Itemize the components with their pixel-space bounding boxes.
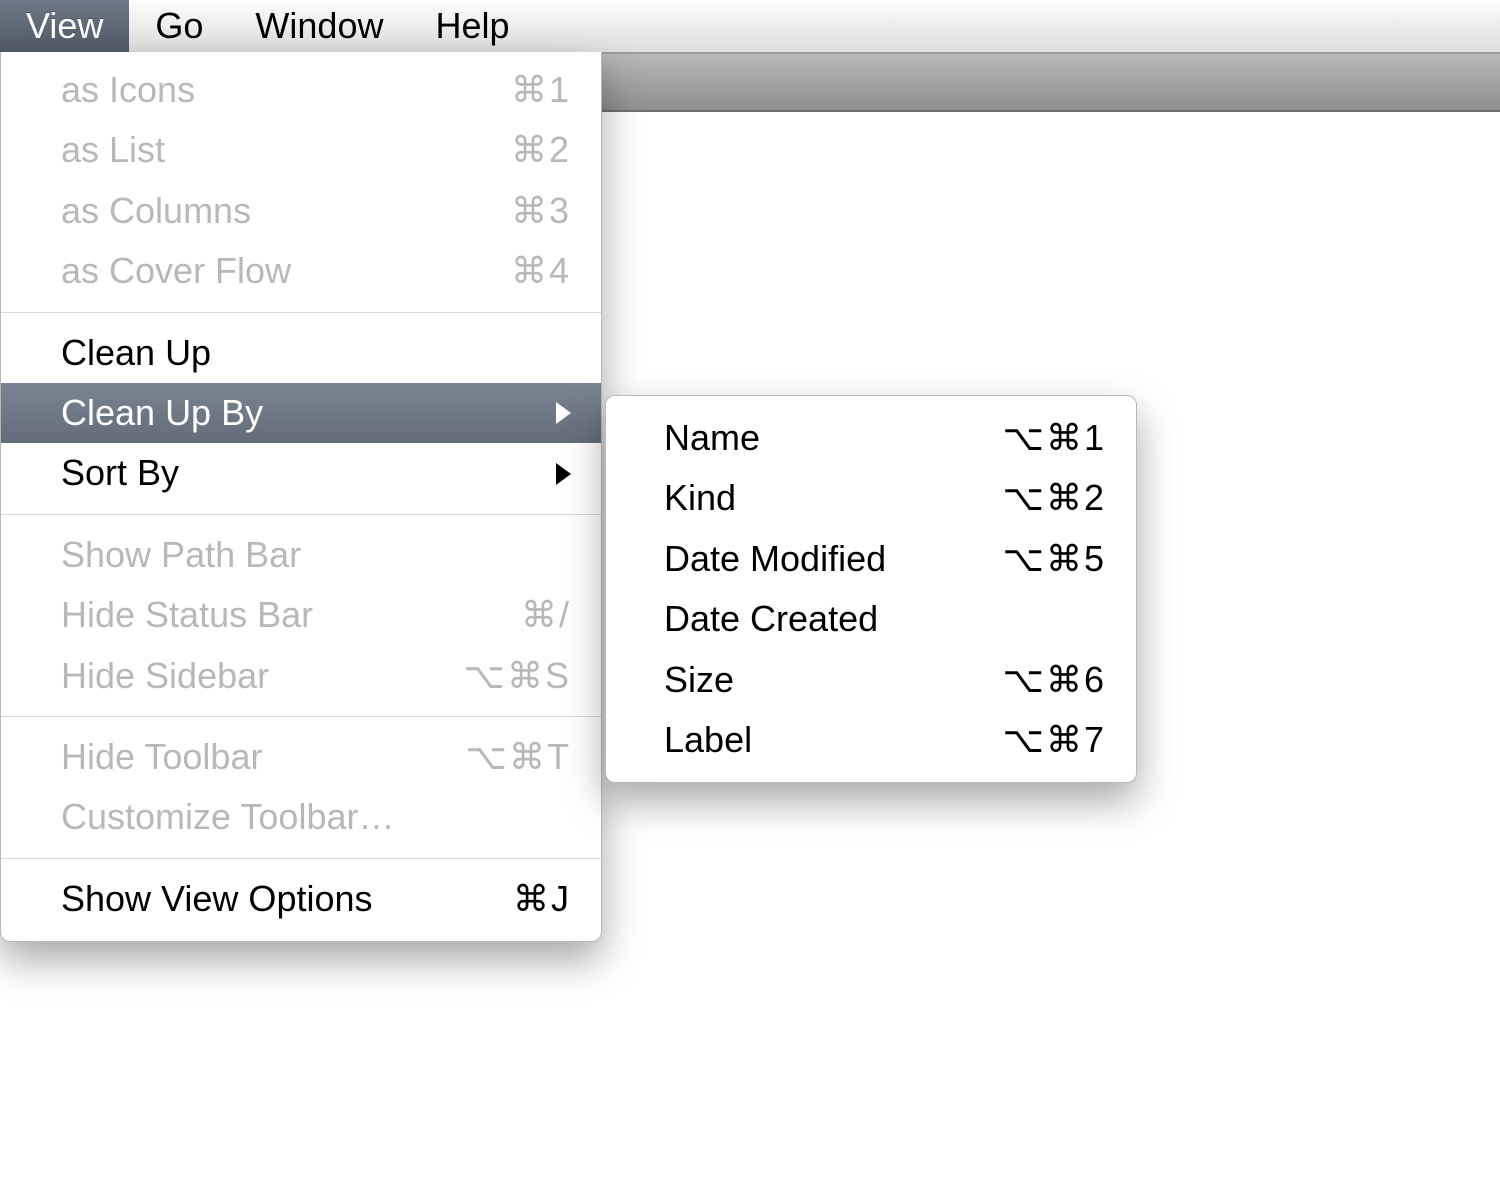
submenu-item-label: Name	[664, 413, 760, 463]
submenu-item-shortcut: ⌥⌘5	[1002, 534, 1106, 584]
menu-item-as-list[interactable]: as List ⌘2	[1, 120, 601, 180]
menubar-label: Window	[255, 5, 383, 47]
menu-item-shortcut: ⌘2	[511, 125, 571, 175]
menu-separator	[1, 716, 601, 717]
menu-item-label: Show View Options	[61, 874, 373, 924]
submenu-arrow-icon	[556, 463, 571, 485]
submenu-item-shortcut: ⌥⌘7	[1002, 715, 1106, 765]
menubar: View Go Window Help	[0, 0, 1500, 54]
menu-item-shortcut: ⌘J	[513, 874, 571, 924]
submenu-item-shortcut: ⌥⌘1	[1002, 413, 1106, 463]
menu-item-shortcut: ⌥⌘S	[464, 651, 572, 701]
menu-item-label: Clean Up By	[61, 388, 263, 438]
menu-item-label: Hide Toolbar	[61, 732, 262, 782]
menu-item-label: Hide Sidebar	[61, 651, 269, 701]
menu-item-hide-toolbar[interactable]: Hide Toolbar ⌥⌘T	[1, 727, 601, 787]
menu-item-shortcut: ⌘/	[521, 590, 571, 640]
menu-item-label: Clean Up	[61, 328, 211, 378]
submenu-item-kind[interactable]: Kind ⌥⌘2	[606, 468, 1136, 528]
menu-item-hide-status-bar[interactable]: Hide Status Bar ⌘/	[1, 585, 601, 645]
menubar-item-help[interactable]: Help	[409, 0, 535, 52]
submenu-item-shortcut: ⌥⌘2	[1002, 473, 1106, 523]
submenu-item-label: Date Created	[664, 594, 878, 644]
submenu-item-date-modified[interactable]: Date Modified ⌥⌘5	[606, 529, 1136, 589]
menu-item-as-cover-flow[interactable]: as Cover Flow ⌘4	[1, 241, 601, 301]
submenu-arrow-icon	[556, 402, 571, 424]
menu-item-label: as Icons	[61, 65, 195, 115]
menubar-item-view[interactable]: View	[0, 0, 129, 52]
clean-up-by-submenu: Name ⌥⌘1 Kind ⌥⌘2 Date Modified ⌥⌘5 Date…	[605, 395, 1137, 783]
menu-item-as-icons[interactable]: as Icons ⌘1	[1, 60, 601, 120]
submenu-item-name[interactable]: Name ⌥⌘1	[606, 408, 1136, 468]
menu-item-shortcut: ⌘1	[511, 65, 571, 115]
menu-item-label: Sort By	[61, 448, 179, 498]
window-toolbar-strip	[600, 54, 1500, 112]
menu-item-shortcut: ⌘3	[511, 186, 571, 236]
menu-separator	[1, 312, 601, 313]
menu-item-customize-toolbar[interactable]: Customize Toolbar…	[1, 787, 601, 847]
submenu-item-shortcut: ⌥⌘6	[1002, 655, 1106, 705]
menu-item-show-view-options[interactable]: Show View Options ⌘J	[1, 869, 601, 929]
menubar-item-window[interactable]: Window	[229, 0, 409, 52]
menu-item-label: as Cover Flow	[61, 246, 291, 296]
menu-item-clean-up-by[interactable]: Clean Up By	[1, 383, 601, 443]
submenu-item-size[interactable]: Size ⌥⌘6	[606, 650, 1136, 710]
menubar-label: Help	[435, 5, 509, 47]
view-menu-dropdown: as Icons ⌘1 as List ⌘2 as Columns ⌘3 as …	[0, 52, 602, 942]
menu-item-hide-sidebar[interactable]: Hide Sidebar ⌥⌘S	[1, 646, 601, 706]
menu-separator	[1, 858, 601, 859]
menubar-label: View	[26, 5, 103, 47]
menu-item-label: Hide Status Bar	[61, 590, 313, 640]
menu-item-label: as List	[61, 125, 165, 175]
submenu-item-date-created[interactable]: Date Created	[606, 589, 1136, 649]
menu-separator	[1, 514, 601, 515]
menubar-label: Go	[155, 5, 203, 47]
submenu-item-label[interactable]: Label ⌥⌘7	[606, 710, 1136, 770]
menu-item-clean-up[interactable]: Clean Up	[1, 323, 601, 383]
menubar-item-go[interactable]: Go	[129, 0, 229, 52]
submenu-item-label: Kind	[664, 473, 736, 523]
menu-item-shortcut: ⌘4	[511, 246, 571, 296]
menu-item-label: as Columns	[61, 186, 251, 236]
menu-item-label: Customize Toolbar…	[61, 792, 394, 842]
menu-item-show-path-bar[interactable]: Show Path Bar	[1, 525, 601, 585]
menu-item-label: Show Path Bar	[61, 530, 301, 580]
menu-item-sort-by[interactable]: Sort By	[1, 443, 601, 503]
submenu-item-label: Size	[664, 655, 734, 705]
menu-item-as-columns[interactable]: as Columns ⌘3	[1, 181, 601, 241]
menu-item-shortcut: ⌥⌘T	[466, 732, 571, 782]
submenu-item-label: Date Modified	[664, 534, 886, 584]
submenu-item-label: Label	[664, 715, 752, 765]
